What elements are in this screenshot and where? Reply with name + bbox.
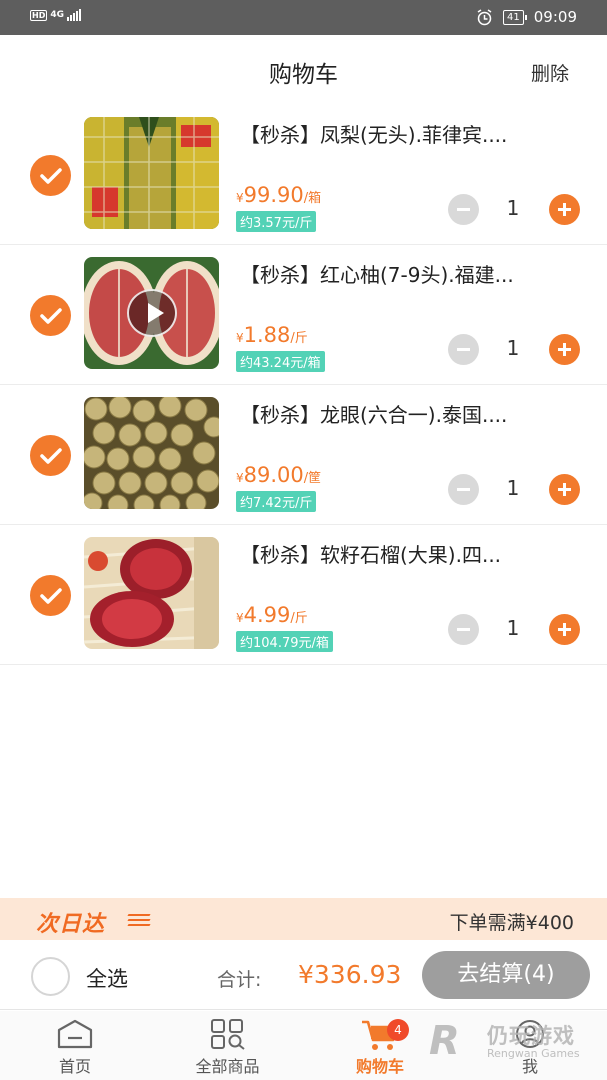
battery-icon: 41 (503, 9, 527, 25)
decrease-button[interactable] (448, 474, 479, 505)
tab-cart[interactable]: 购物车 (330, 1011, 430, 1080)
item-checkbox[interactable] (30, 435, 71, 476)
product-image-pomelo[interactable] (84, 257, 219, 369)
alarm-icon (477, 8, 492, 25)
increase-button[interactable] (549, 194, 580, 225)
decrease-button[interactable] (448, 194, 479, 225)
status-bar: HD 4G 41 09:09 (0, 0, 607, 35)
check-icon (39, 587, 62, 604)
watermark-subtext: Rengwan Games (487, 1047, 580, 1060)
check-icon (39, 447, 62, 464)
total-value: ¥336.93 (298, 960, 402, 989)
hd-label: HD (30, 9, 48, 21)
product-price: ¥89.00/筐 (236, 463, 322, 487)
cart-list: 【秒杀】凤梨(无头).菲律宾.... ¥99.90/箱 约3.57元/斤 1 【… (0, 105, 607, 665)
signal-icon (67, 9, 81, 21)
increase-button[interactable] (549, 474, 580, 505)
clock: 09:09 (533, 8, 577, 26)
decrease-button[interactable] (448, 614, 479, 645)
quantity-value: 1 (506, 196, 520, 220)
watermark-text: 仍玩游戏 (487, 1024, 575, 1048)
tab-all-products[interactable]: 全部商品 (175, 1011, 280, 1080)
item-checkbox[interactable] (30, 155, 71, 196)
watermark-logo-icon: R (429, 1018, 460, 1064)
checkout-bar: 全选 合计: ¥336.93 去结算(4) (0, 940, 607, 1010)
page-title: 购物车 (269, 62, 338, 88)
check-icon (39, 167, 62, 184)
increase-button[interactable] (549, 614, 580, 645)
speed-lines-icon (127, 914, 151, 929)
product-name[interactable]: 【秒杀】软籽石榴(大果).四... (240, 539, 590, 568)
product-price: ¥1.88/斤 (236, 323, 308, 347)
item-checkbox[interactable] (30, 295, 71, 336)
checkout-button[interactable]: 去结算(4) (422, 951, 590, 999)
tab-label: 购物车 (355, 1057, 404, 1076)
min-order-notice: 下单需满¥400 (449, 912, 574, 934)
network-type: 4G (50, 10, 64, 20)
minus-icon (457, 488, 470, 491)
grid-icon (210, 1019, 245, 1050)
item-checkbox[interactable] (30, 575, 71, 616)
quantity-value: 1 (506, 336, 520, 360)
product-price: ¥4.99/斤 (236, 603, 308, 627)
minus-icon (457, 348, 470, 351)
product-name[interactable]: 【秒杀】龙眼(六合一).泰国.... (240, 399, 590, 428)
product-image-pineapple[interactable] (84, 117, 219, 229)
cart-item: 【秒杀】龙眼(六合一).泰国.... ¥89.00/筐 约7.42元/斤 1 (0, 385, 607, 525)
minus-icon (457, 208, 470, 211)
delivery-banner: 次日达 下单需满¥400 (0, 898, 607, 940)
minus-icon (457, 628, 470, 631)
tab-home[interactable]: 首页 (25, 1011, 125, 1080)
product-name[interactable]: 【秒杀】凤梨(无头).菲律宾.... (240, 119, 590, 148)
decrease-button[interactable] (448, 334, 479, 365)
product-image-longan[interactable] (84, 397, 219, 509)
tab-label: 首页 (58, 1057, 91, 1076)
cart-count-badge: 4 (387, 1019, 409, 1041)
unit-price-badge: 约43.24元/箱 (236, 351, 325, 372)
tab-label: 全部商品 (195, 1057, 260, 1076)
watermark: R 仍玩游戏 Rengwan Games (425, 1014, 605, 1076)
cart-item: 【秒杀】凤梨(无头).菲律宾.... ¥99.90/箱 约3.57元/斤 1 (0, 105, 607, 245)
network-indicators: HD 4G (30, 9, 81, 21)
increase-button[interactable] (549, 334, 580, 365)
product-name[interactable]: 【秒杀】红心柚(7-9头).福建... (240, 259, 590, 288)
home-icon (57, 1019, 93, 1049)
product-image-pomegranate[interactable] (84, 537, 219, 649)
delete-button[interactable]: 删除 (531, 59, 569, 86)
next-day-logo: 次日达 (36, 912, 106, 937)
header: 购物车 删除 (0, 35, 607, 105)
quantity-value: 1 (506, 476, 520, 500)
play-video-icon[interactable] (127, 289, 177, 337)
unit-price-badge: 约3.57元/斤 (236, 211, 317, 232)
check-icon (39, 307, 62, 324)
unit-price-badge: 约7.42元/斤 (236, 491, 317, 512)
product-price: ¥99.90/箱 (236, 183, 322, 207)
select-all-checkbox[interactable] (31, 957, 70, 996)
cart-item: 【秒杀】软籽石榴(大果).四... ¥4.99/斤 约104.79元/箱 1 (0, 525, 607, 665)
select-all-label[interactable]: 全选 (86, 963, 128, 993)
quantity-value: 1 (506, 616, 520, 640)
total-label: 合计: (217, 969, 262, 991)
unit-price-badge: 约104.79元/箱 (236, 631, 333, 652)
cart-item: 【秒杀】红心柚(7-9头).福建... ¥1.88/斤 约43.24元/箱 1 (0, 245, 607, 385)
